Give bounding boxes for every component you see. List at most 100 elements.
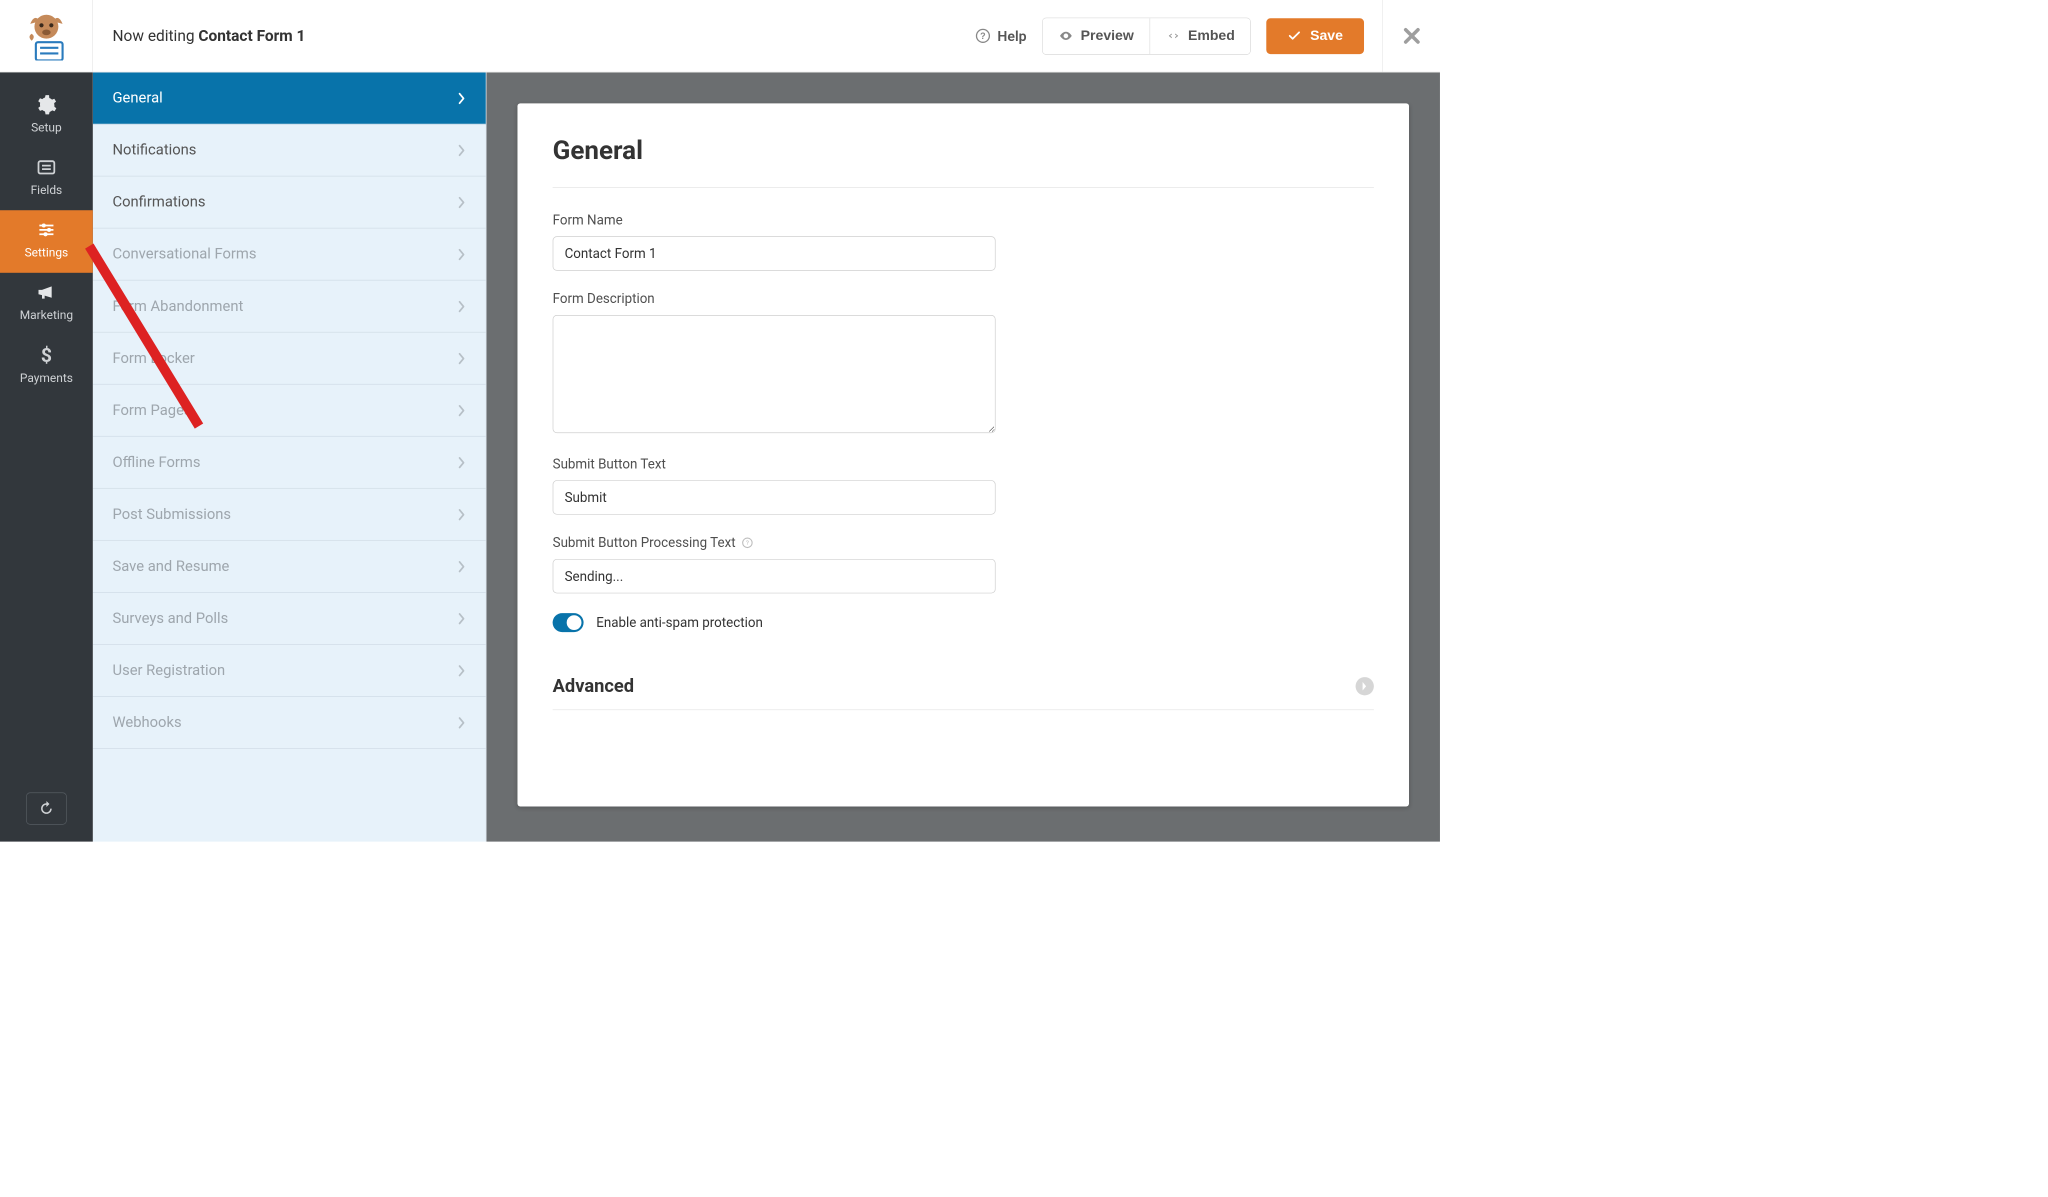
check-icon bbox=[1288, 29, 1302, 43]
sidebar-item-label: User Registration bbox=[112, 662, 225, 679]
svg-text:$: $ bbox=[41, 345, 52, 366]
chevron-right-icon bbox=[458, 664, 466, 677]
help-icon: ? bbox=[975, 28, 990, 43]
sidebar-item-form-pages[interactable]: Form Pages bbox=[93, 385, 486, 437]
sidebar-item-label: Form Pages bbox=[112, 402, 191, 419]
submit-processing-row: Submit Button Processing Text ? bbox=[553, 534, 1374, 593]
nav-item-settings[interactable]: Settings bbox=[0, 210, 93, 273]
history-button[interactable] bbox=[26, 792, 67, 824]
save-button[interactable]: Save bbox=[1266, 18, 1364, 54]
chevron-right-icon bbox=[458, 248, 466, 261]
save-label: Save bbox=[1310, 28, 1343, 44]
nav-label: Settings bbox=[25, 246, 69, 260]
editing-form-name: Contact Form 1 bbox=[198, 27, 305, 45]
form-description-row: Form Description bbox=[553, 290, 1374, 436]
submit-text-label: Submit Button Text bbox=[553, 456, 1374, 472]
advanced-title: Advanced bbox=[553, 676, 634, 697]
preview-embed-group: Preview Embed bbox=[1042, 17, 1251, 54]
help-label: Help bbox=[997, 27, 1026, 44]
nav-item-marketing[interactable]: Marketing bbox=[0, 273, 93, 336]
logo bbox=[0, 0, 93, 72]
nav-label: Fields bbox=[31, 184, 63, 198]
nav-label: Marketing bbox=[20, 309, 73, 323]
sidebar-item-label: Form Abandonment bbox=[112, 298, 243, 315]
embed-button[interactable]: Embed bbox=[1150, 18, 1250, 54]
svg-text:?: ? bbox=[746, 539, 749, 547]
chevron-right-icon bbox=[458, 716, 466, 729]
close-icon bbox=[1401, 25, 1422, 46]
form-description-input[interactable] bbox=[553, 315, 996, 433]
submit-processing-label-text: Submit Button Processing Text bbox=[553, 534, 736, 550]
submit-processing-input[interactable] bbox=[553, 559, 996, 593]
sidebar-item-form-locker[interactable]: Form Locker bbox=[93, 333, 486, 385]
submit-text-row: Submit Button Text bbox=[553, 456, 1374, 515]
wpforms-logo-icon bbox=[21, 11, 70, 60]
left-nav: Setup Fields Settings Marketing $ Paymen… bbox=[0, 72, 93, 841]
editing-label: Now editing Contact Form 1 bbox=[93, 27, 306, 45]
help-icon[interactable]: ? bbox=[741, 536, 754, 549]
sidebar-item-label: Form Locker bbox=[112, 350, 194, 367]
top-right-actions: ? Help Preview Embed Save bbox=[975, 17, 1382, 54]
sidebar-item-webhooks[interactable]: Webhooks bbox=[93, 697, 486, 749]
submit-text-input[interactable] bbox=[553, 480, 996, 514]
main-canvas: General Form Name Form Description Submi… bbox=[487, 72, 1440, 841]
nav-label: Setup bbox=[31, 121, 62, 135]
submit-processing-label: Submit Button Processing Text ? bbox=[553, 534, 1374, 550]
settings-sidebar: General Notifications Confirmations Convers… bbox=[93, 72, 487, 841]
embed-label: Embed bbox=[1188, 28, 1235, 44]
advanced-section[interactable]: Advanced bbox=[553, 663, 1374, 710]
preview-label: Preview bbox=[1081, 28, 1134, 44]
body: Setup Fields Settings Marketing $ Paymen… bbox=[0, 72, 1440, 841]
antispam-toggle[interactable] bbox=[553, 613, 584, 632]
sidebar-item-offline-forms[interactable]: Offline Forms bbox=[93, 437, 486, 489]
form-name-input[interactable] bbox=[553, 236, 996, 270]
sidebar-item-label: Webhooks bbox=[112, 714, 181, 731]
advanced-expand-icon[interactable] bbox=[1356, 677, 1374, 695]
chevron-right-icon bbox=[458, 612, 466, 625]
sidebar-item-label: Offline Forms bbox=[112, 454, 200, 471]
antispam-label: Enable anti-spam protection bbox=[596, 615, 763, 631]
sidebar-item-conversational-forms[interactable]: Conversational Forms bbox=[93, 229, 486, 281]
nav-item-fields[interactable]: Fields bbox=[0, 148, 93, 211]
list-icon bbox=[34, 157, 58, 178]
panel-title: General bbox=[553, 136, 1374, 188]
sidebar-item-label: Confirmations bbox=[112, 194, 205, 211]
close-button[interactable] bbox=[1382, 0, 1440, 72]
svg-text:?: ? bbox=[980, 31, 986, 41]
sidebar-item-label: Post Submissions bbox=[112, 506, 231, 523]
chevron-right-icon bbox=[458, 560, 466, 573]
chevron-right-icon bbox=[458, 92, 466, 105]
sidebar-item-confirmations[interactable]: Confirmations bbox=[93, 176, 486, 228]
nav-label: Payments bbox=[20, 371, 73, 385]
preview-button[interactable]: Preview bbox=[1043, 18, 1150, 54]
sidebar-item-label: Conversational Forms bbox=[112, 246, 256, 263]
code-icon bbox=[1165, 29, 1180, 43]
sidebar-item-label: Notifications bbox=[112, 142, 196, 159]
form-name-row: Form Name bbox=[553, 212, 1374, 271]
sidebar-item-notifications[interactable]: Notifications bbox=[93, 124, 486, 176]
sidebar-item-form-abandonment[interactable]: Form Abandonment bbox=[93, 281, 486, 333]
sidebar-item-save-and-resume[interactable]: Save and Resume bbox=[93, 541, 486, 593]
nav-item-setup[interactable]: Setup bbox=[0, 85, 93, 148]
help-button[interactable]: ? Help bbox=[975, 27, 1027, 44]
chevron-right-icon bbox=[458, 456, 466, 469]
settings-panel: General Form Name Form Description Submi… bbox=[517, 103, 1409, 806]
chevron-right-icon bbox=[458, 508, 466, 521]
sidebar-item-label: Surveys and Polls bbox=[112, 610, 228, 627]
sidebar-item-general[interactable]: General bbox=[93, 72, 486, 124]
chevron-right-icon bbox=[458, 404, 466, 417]
eye-icon bbox=[1058, 29, 1073, 43]
sidebar-item-label: Save and Resume bbox=[112, 558, 229, 575]
nav-item-payments[interactable]: $ Payments bbox=[0, 335, 93, 398]
gear-icon bbox=[34, 94, 58, 115]
chevron-right-icon bbox=[458, 300, 466, 313]
antispam-row: Enable anti-spam protection bbox=[553, 613, 1374, 632]
topbar: Now editing Contact Form 1 ? Help Previe… bbox=[0, 0, 1440, 72]
sidebar-item-post-submissions[interactable]: Post Submissions bbox=[93, 489, 486, 541]
editing-prefix: Now editing bbox=[112, 27, 198, 45]
sliders-icon bbox=[34, 219, 58, 240]
bullhorn-icon bbox=[34, 282, 58, 303]
chevron-right-icon bbox=[458, 144, 466, 157]
sidebar-item-surveys-and-polls[interactable]: Surveys and Polls bbox=[93, 593, 486, 645]
sidebar-item-user-registration[interactable]: User Registration bbox=[93, 645, 486, 697]
